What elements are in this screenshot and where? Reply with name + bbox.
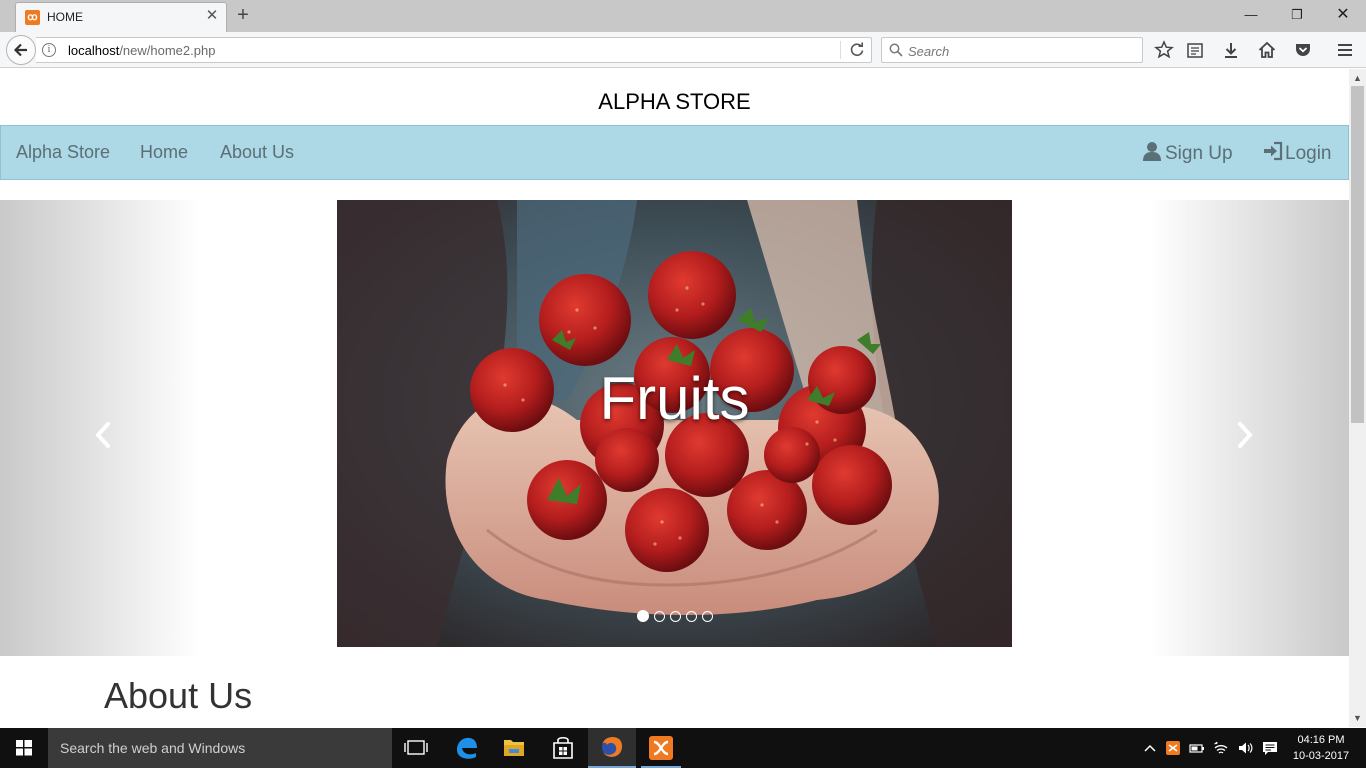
xampp-tray-icon[interactable] <box>1165 740 1181 756</box>
web-page: ALPHA STORE Alpha Store Home About Us Si… <box>0 69 1349 727</box>
site-info-icon[interactable]: i <box>42 43 56 57</box>
back-arrow-icon <box>13 43 27 57</box>
task-view-button[interactable] <box>392 728 440 768</box>
url-bar[interactable]: i localhost/new/home2.php <box>36 37 872 63</box>
site-title: ALPHA STORE <box>598 89 751 114</box>
carousel-prev-control[interactable] <box>0 200 200 656</box>
url-text[interactable]: localhost/new/home2.php <box>68 43 215 58</box>
window-minimize-button[interactable]: — <box>1228 0 1274 30</box>
taskbar-edge[interactable] <box>442 728 490 768</box>
window-close-button[interactable]: ✕ <box>1320 0 1366 30</box>
reload-icon[interactable] <box>848 41 866 59</box>
tab-close-icon[interactable]: ✕ <box>204 8 220 24</box>
search-placeholder: Search <box>908 44 950 59</box>
bookmark-star-icon[interactable] <box>1154 40 1174 60</box>
site-navbar: Alpha Store Home About Us Sign Up Login <box>0 125 1349 180</box>
chevron-left-icon[interactable] <box>92 420 116 450</box>
menu-hamburger-icon[interactable] <box>1335 40 1355 60</box>
user-icon <box>1143 142 1161 161</box>
action-center-icon[interactable] <box>1262 740 1278 756</box>
page-scrollbar[interactable]: ▲ ▼ <box>1349 69 1366 727</box>
clock-time: 04:16 PM <box>1297 734 1345 746</box>
store-bag-icon <box>553 736 573 759</box>
volume-icon[interactable] <box>1237 740 1253 756</box>
about-us-heading: About Us <box>104 675 253 716</box>
carousel-slide-image: Fruits <box>337 200 1012 647</box>
scroll-down-icon[interactable]: ▼ <box>1353 713 1362 723</box>
download-icon[interactable] <box>1221 40 1241 60</box>
carousel-indicator[interactable] <box>670 611 681 622</box>
image-carousel: Fruits <box>0 200 1349 656</box>
xampp-favicon-icon: ꝏ <box>25 10 40 25</box>
browser-toolbar: i localhost/new/home2.php Search <box>0 32 1366 68</box>
carousel-indicator[interactable] <box>637 610 649 622</box>
taskbar-search-box[interactable]: Search the web and Windows <box>48 728 392 768</box>
xampp-icon <box>649 736 673 760</box>
nav-about-link[interactable]: About Us <box>220 142 294 163</box>
task-view-icon <box>404 740 428 755</box>
wifi-icon[interactable] <box>1213 740 1229 756</box>
scroll-thumb[interactable] <box>1351 86 1364 423</box>
url-divider <box>840 41 841 59</box>
chevron-right-icon[interactable] <box>1232 420 1256 450</box>
login-label: Login <box>1285 143 1332 164</box>
show-hidden-icons-chevron-icon[interactable] <box>1142 740 1158 756</box>
browser-tab[interactable]: ꝏ HOME ✕ <box>15 2 227 32</box>
scroll-up-icon[interactable]: ▲ <box>1353 73 1362 83</box>
signup-label: Sign Up <box>1165 143 1233 164</box>
clock-date: 10-03-2017 <box>1292 750 1350 762</box>
carousel-indicator[interactable] <box>654 611 665 622</box>
pocket-icon[interactable] <box>1293 40 1313 60</box>
taskbar-xampp[interactable] <box>637 728 685 768</box>
browser-search-bar[interactable]: Search <box>881 37 1143 63</box>
windows-taskbar: Search the web and Windows 04:16 PM 10-0… <box>0 728 1366 768</box>
nav-signup-link[interactable]: Sign Up <box>1143 141 1233 165</box>
edge-icon <box>457 737 477 759</box>
nav-login-link[interactable]: Login <box>1263 141 1332 165</box>
start-button[interactable] <box>0 728 48 768</box>
carousel-indicator[interactable] <box>702 611 713 622</box>
tab-title: HOME <box>47 10 83 24</box>
taskbar-firefox[interactable] <box>588 728 636 768</box>
windows-logo-icon <box>16 740 32 756</box>
login-icon <box>1264 141 1283 161</box>
window-restore-button[interactable]: ❐ <box>1274 0 1320 30</box>
browser-tab-strip: ꝏ HOME ✕ + — ❐ ✕ <box>0 0 1366 32</box>
home-icon[interactable] <box>1257 40 1277 60</box>
firefox-icon <box>602 736 622 757</box>
battery-icon[interactable] <box>1189 740 1205 756</box>
back-button[interactable] <box>6 35 36 65</box>
taskbar-search-placeholder: Search the web and Windows <box>60 740 246 756</box>
folder-icon <box>504 740 524 756</box>
taskbar-file-explorer[interactable] <box>490 728 538 768</box>
nav-brand-link[interactable]: Alpha Store <box>16 142 110 163</box>
carousel-caption: Fruits <box>599 365 750 432</box>
nav-home-link[interactable]: Home <box>140 142 188 163</box>
search-icon <box>889 43 903 57</box>
reading-list-icon[interactable] <box>1185 40 1205 60</box>
taskbar-store[interactable] <box>539 728 587 768</box>
taskbar-clock[interactable]: 04:16 PM 10-03-2017 <box>1290 732 1352 764</box>
carousel-indicator[interactable] <box>686 611 697 622</box>
new-tab-button[interactable]: + <box>233 5 253 25</box>
carousel-indicators <box>637 609 718 622</box>
